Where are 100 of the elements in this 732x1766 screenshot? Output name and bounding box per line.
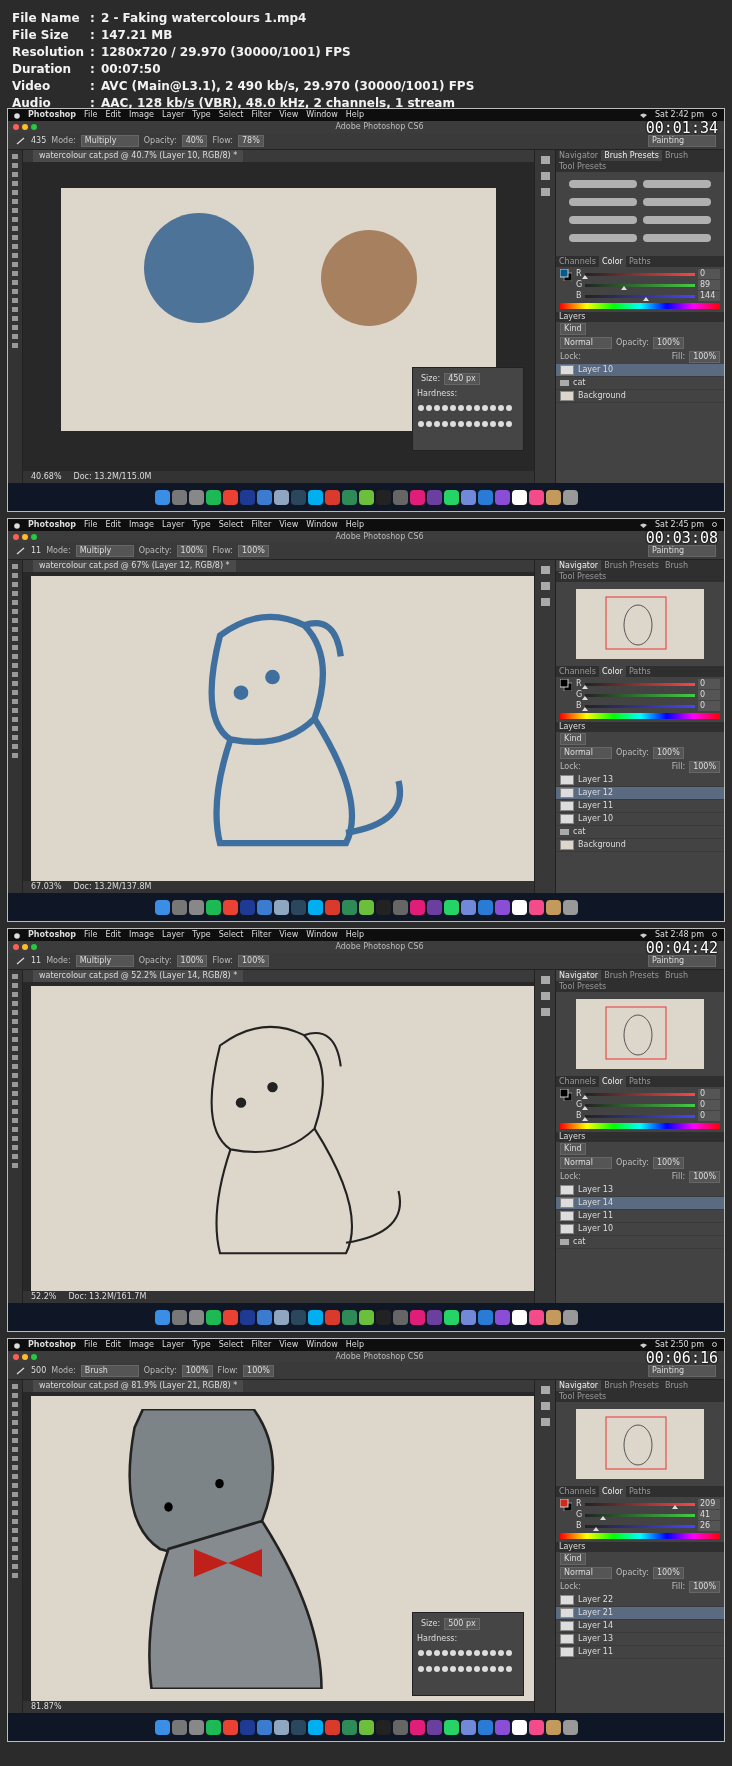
layer-row[interactable]: Layer 11 [556,1210,724,1223]
menu-item[interactable]: View [279,930,299,940]
workspace-select[interactable]: Painting [648,1365,716,1377]
flow-field[interactable]: 100% [238,955,269,967]
layer-row[interactable]: cat [556,377,724,390]
kind-filter[interactable]: Kind [560,323,586,335]
panel-tab[interactable]: Navigator [556,1380,602,1391]
brush-icon[interactable] [16,547,26,555]
zoom-icon[interactable] [31,124,37,130]
menu-item[interactable]: Image [128,930,154,940]
close-icon[interactable] [13,1354,19,1360]
channel-value[interactable]: 0 [698,690,720,700]
layer-row[interactable]: Layer 14 [556,1197,724,1210]
menu-item[interactable]: Help [345,930,364,940]
layer-row[interactable]: Layer 10 [556,364,724,377]
slider-thumb[interactable] [581,274,588,279]
brush-size[interactable]: 11 [31,546,42,556]
slider-thumb[interactable] [599,1515,606,1520]
app-menu[interactable]: Photoshop [28,1340,77,1350]
panel-tab[interactable]: Tool Presets [556,571,610,582]
app-icon[interactable] [511,899,527,915]
size-field[interactable]: 500 px [444,1618,480,1630]
panel-tab[interactable]: Color [599,1076,626,1087]
menu-item[interactable]: File [84,520,98,530]
app-icon[interactable] [273,1309,289,1325]
app-icon[interactable] [205,489,221,505]
minimize-icon[interactable] [22,534,28,540]
layer-row[interactable]: Layer 11 [556,800,724,813]
menu-item[interactable]: Image [128,520,154,530]
menu-item[interactable]: View [279,110,299,120]
app-icon[interactable] [562,1719,578,1735]
minimize-icon[interactable] [22,1354,28,1360]
menu-item[interactable]: Type [192,110,211,120]
zoom-icon[interactable] [31,534,37,540]
menu-item[interactable]: Type [192,520,211,530]
menu-item[interactable]: Filter [251,110,272,120]
mode-select[interactable]: Multiply [75,955,134,967]
color-spectrum[interactable] [560,713,720,719]
menu-item[interactable]: Type [192,930,211,940]
layer-row[interactable]: Background [556,390,724,403]
app-icon[interactable] [562,899,578,915]
app-icon[interactable] [443,899,459,915]
channel-value[interactable]: 0 [698,1100,720,1110]
layer-row[interactable]: Layer 14 [556,1620,724,1633]
panel-tab[interactable]: Navigator [556,150,602,161]
brush-size[interactable]: 435 [31,136,47,146]
menu-item[interactable]: Image [128,110,154,120]
blend-mode-select[interactable]: Normal [560,747,612,759]
kind-filter[interactable]: Kind [560,1553,586,1565]
minimize-icon[interactable] [22,124,28,130]
blend-mode-select[interactable]: Normal [560,1157,612,1169]
menu-item[interactable]: Help [345,1340,364,1350]
app-icon[interactable] [443,1719,459,1735]
channel-value[interactable]: 209 [698,1499,720,1509]
menu-item[interactable]: Select [218,520,244,530]
zoom-icon[interactable] [31,944,37,950]
slider-thumb[interactable] [581,1094,588,1099]
menu-item[interactable]: Layer [162,520,185,530]
app-icon[interactable] [545,489,561,505]
app-menu[interactable]: Photoshop [28,110,77,120]
minimize-icon[interactable] [22,944,28,950]
menu-item[interactable]: View [279,1340,299,1350]
menu-item[interactable]: Filter [251,520,272,530]
panel-tab[interactable]: Brush [661,1380,691,1391]
app-icon[interactable] [205,899,221,915]
fill-field[interactable]: 100% [689,761,720,773]
slider-thumb[interactable] [581,684,588,689]
app-icon[interactable] [562,489,578,505]
document-tab[interactable]: watercolour cat.psd @ 40.7% (Layer 10, RGB/8) * [33,150,244,162]
app-icon[interactable] [273,1719,289,1735]
layer-row[interactable]: Background [556,839,724,852]
panel-tab[interactable]: Color [599,1486,626,1497]
document-tab[interactable]: watercolour cat.psd @ 67% (Layer 12, RGB/8) * [33,560,236,572]
app-icon[interactable] [358,489,374,505]
brush-icon[interactable] [16,957,26,965]
panel-tab[interactable]: Brush Presets [601,150,662,161]
menu-item[interactable]: Filter [251,1340,272,1350]
channel-value[interactable]: 0 [698,269,720,279]
close-icon[interactable] [13,124,19,130]
menu-item[interactable]: View [279,520,299,530]
menu-item[interactable]: Type [192,1340,211,1350]
app-icon[interactable] [358,1309,374,1325]
panel-tab[interactable]: Navigator [556,970,602,981]
menu-item[interactable]: File [84,1340,98,1350]
opacity-field[interactable]: 100% [652,1157,684,1169]
zoom-icon[interactable] [31,1354,37,1360]
panel-tab[interactable]: Tool Presets [556,1391,610,1402]
color-swatches-icon[interactable] [560,1089,572,1101]
app-icon[interactable] [562,1309,578,1325]
brush-size[interactable]: 500 [31,1366,47,1376]
app-icon[interactable] [205,1309,221,1325]
opacity-field[interactable]: 100% [652,1567,684,1579]
close-icon[interactable] [13,944,19,950]
fill-field[interactable]: 100% [689,1171,720,1183]
color-swatches-icon[interactable] [560,269,572,281]
menu-item[interactable]: Layer [162,930,185,940]
menu-item[interactable]: File [84,930,98,940]
opacity-field[interactable]: 100% [176,545,208,557]
channel-value[interactable]: 26 [698,1521,720,1531]
panel-tab[interactable]: Brush Presets [601,970,662,981]
